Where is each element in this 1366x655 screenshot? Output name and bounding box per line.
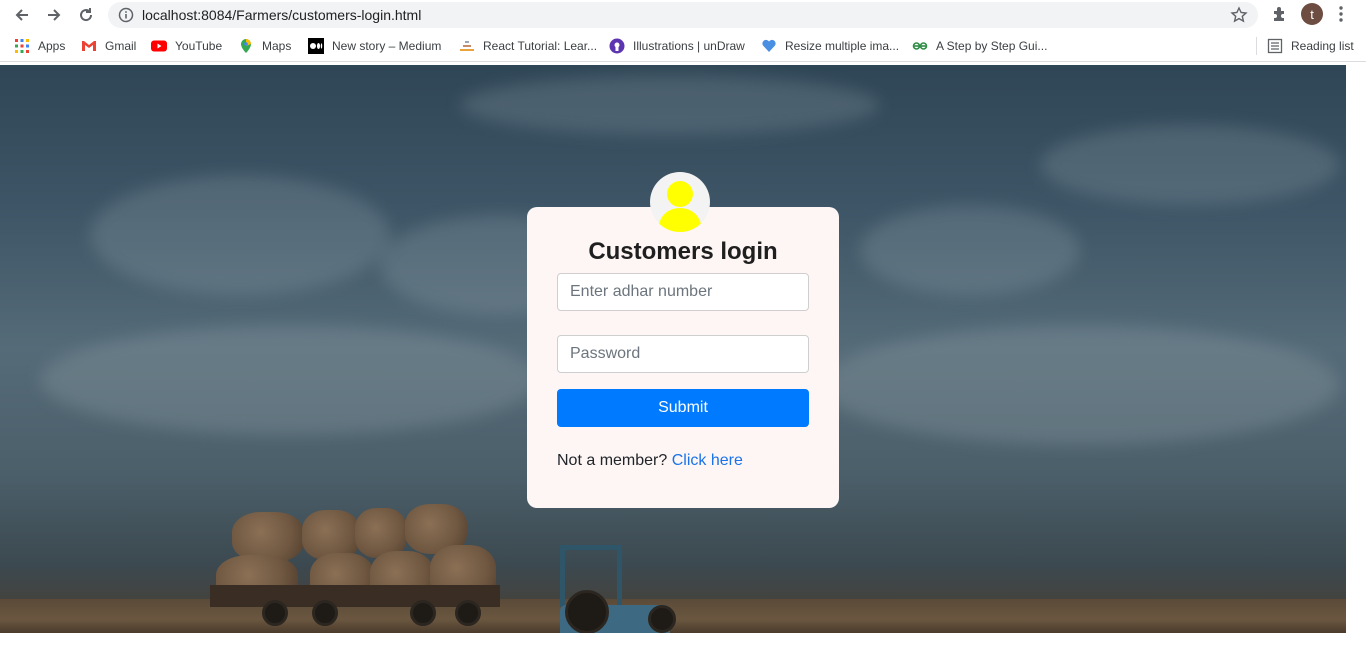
bookmark-star-icon[interactable] [1230, 6, 1248, 24]
bookmark-label: New story – Medium [332, 39, 442, 53]
reload-button[interactable] [74, 3, 98, 27]
info-icon[interactable] [118, 7, 134, 23]
gmail-icon [82, 41, 96, 51]
user-silhouette-icon [658, 181, 702, 232]
geeks-icon [912, 42, 928, 50]
bookmark-label: Resize multiple ima... [785, 39, 900, 53]
maps-pin-icon [241, 39, 251, 53]
signup-link[interactable]: Click here [672, 452, 743, 469]
submit-button[interactable]: Submit [557, 389, 809, 427]
bookmark-resize[interactable]: Resize multiple ima... [761, 37, 899, 55]
resize-heart-icon [762, 39, 776, 52]
back-arrow-icon [15, 9, 28, 21]
bookmarks-bar: Apps Gmail YouTube Maps New story – Medi… [0, 30, 1366, 62]
medium-icon [308, 38, 324, 54]
address-bar[interactable]: localhost:8084/Farmers/customers-login.h… [108, 2, 1258, 28]
reading-list-button[interactable]: Reading list [1256, 37, 1354, 55]
bookmark-maps[interactable]: Maps [238, 37, 291, 55]
bookmark-label: Apps [38, 39, 66, 53]
forward-arrow-icon [48, 9, 61, 21]
bookmark-step-guide[interactable]: A Step by Step Gui... [912, 37, 1047, 55]
youtube-icon [151, 40, 167, 52]
bookmark-youtube[interactable]: YouTube [151, 37, 222, 55]
bookmark-apps[interactable]: Apps [14, 37, 65, 55]
bookmark-undraw[interactable]: Illustrations | unDraw [609, 37, 745, 55]
reload-icon [80, 8, 93, 22]
adhar-number-input[interactable] [557, 273, 809, 311]
bookmark-label: Gmail [105, 39, 137, 53]
apps-grid-icon [15, 39, 29, 53]
bookmark-label: Illustrations | unDraw [633, 39, 745, 53]
password-input[interactable] [557, 335, 809, 373]
bookmark-label: React Tutorial: Lear... [483, 39, 598, 53]
user-avatar [650, 172, 710, 232]
bookmark-gmail[interactable]: Gmail [81, 37, 136, 55]
browser-toolbar: localhost:8084/Farmers/customers-login.h… [0, 0, 1366, 30]
bookmark-label: A Step by Step Gui... [936, 39, 1048, 53]
signup-prompt: Not a member? Click here [557, 452, 743, 470]
profile-initial: t [1310, 6, 1314, 22]
react-tutorial-icon [460, 41, 474, 51]
extensions-puzzle-icon[interactable] [1270, 4, 1290, 24]
menu-kebab-icon[interactable] [1336, 5, 1346, 23]
back-button[interactable] [10, 3, 34, 27]
reading-list-icon [1267, 38, 1283, 54]
member-text: Not a member? [557, 452, 668, 469]
forward-button[interactable] [42, 3, 66, 27]
bookmark-react-tutorial[interactable]: React Tutorial: Lear... [459, 37, 597, 55]
page-title: Customers login [588, 238, 778, 265]
profile-avatar[interactable]: t [1301, 3, 1323, 25]
url-text[interactable]: localhost:8084/Farmers/customers-login.h… [142, 7, 421, 23]
bookmark-label: Maps [262, 39, 292, 53]
undraw-icon [609, 38, 625, 54]
bookmark-label: YouTube [175, 39, 223, 53]
reading-list-label: Reading list [1291, 39, 1354, 53]
bookmark-medium[interactable]: New story – Medium [308, 37, 441, 55]
